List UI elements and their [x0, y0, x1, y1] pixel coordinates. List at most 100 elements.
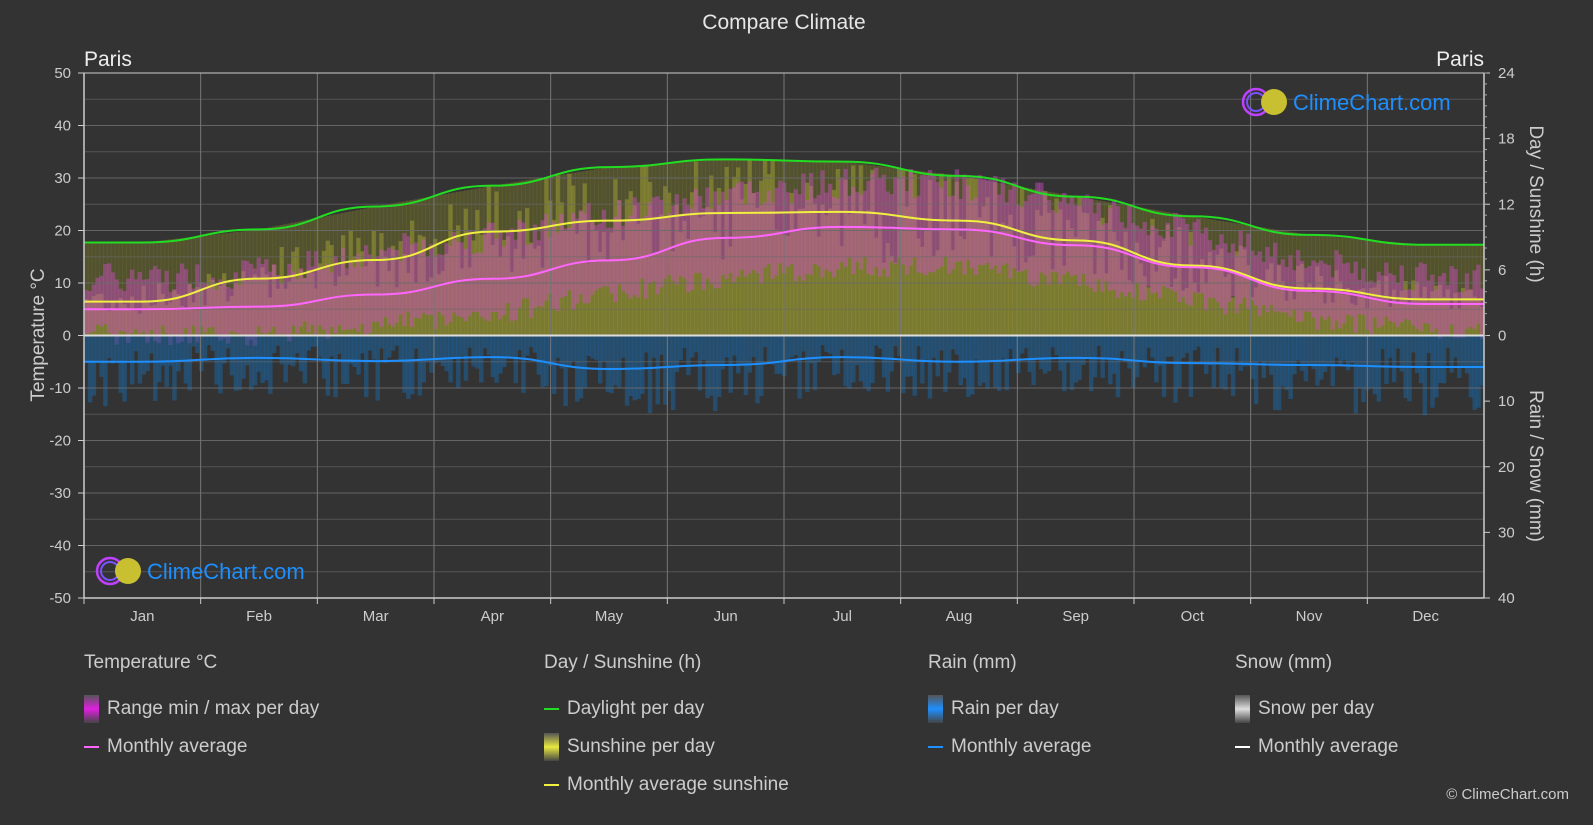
temp-range-bar — [620, 225, 626, 292]
rain-bar — [383, 335, 388, 363]
rain-bar — [947, 335, 952, 373]
legend-label: Monthly average — [1258, 736, 1399, 757]
rain-bar — [801, 335, 806, 352]
temp-range-bar — [517, 220, 522, 308]
rain-bar — [920, 335, 925, 384]
rain-bar — [287, 335, 292, 365]
x-tick-label: Jul — [833, 608, 852, 625]
temp-range-bar — [1384, 262, 1389, 317]
y-left-tick-label: 0 — [63, 328, 71, 345]
rain-bar — [1361, 335, 1366, 403]
rain-bar — [601, 335, 607, 362]
temp-range-bar — [91, 284, 97, 332]
legend-swatch-box-icon — [1235, 695, 1250, 723]
rain-bar — [133, 335, 139, 352]
rain-bar — [260, 335, 265, 384]
rain-bar — [778, 335, 783, 374]
temp-range-bar — [344, 268, 350, 330]
temp-range-bar — [709, 209, 714, 284]
rain-bar — [410, 335, 415, 395]
temp-range-bar — [375, 256, 380, 322]
rain-bar — [179, 335, 185, 360]
temp-range-bar — [1050, 210, 1056, 272]
temp-range-bar — [697, 195, 703, 274]
temp-range-bar — [122, 290, 127, 332]
logo-sun-icon — [115, 558, 141, 584]
rain-bar — [586, 335, 591, 356]
rain-bar — [874, 335, 879, 346]
rain-bar — [149, 335, 154, 354]
rain-bar — [95, 335, 100, 362]
rain-bar — [943, 335, 948, 392]
temp-range-bar — [1104, 223, 1109, 282]
temp-range-bar — [1184, 224, 1190, 304]
y-left-tick-label: -50 — [49, 590, 71, 607]
temp-range-bar — [302, 278, 308, 322]
temp-range-bar — [574, 218, 580, 304]
legend-item: Monthly average — [84, 728, 319, 766]
logo-sun-icon — [1261, 89, 1287, 115]
rain-bar — [839, 335, 845, 350]
rain-bar — [271, 335, 277, 354]
rain-bar — [513, 335, 519, 384]
rain-bar — [981, 335, 986, 383]
legend-heading: Rain (mm) — [928, 652, 1017, 673]
temp-range-bar — [479, 252, 484, 317]
temp-range-bar — [797, 194, 802, 276]
temp-range-bar — [183, 269, 189, 329]
x-tick-label: Nov — [1296, 608, 1323, 625]
rain-bar — [1196, 335, 1201, 347]
rain-bar — [1391, 335, 1397, 383]
temp-range-bar — [107, 263, 112, 333]
rain-bar — [1200, 335, 1205, 364]
temp-range-bar — [482, 228, 488, 320]
rain-bar — [256, 335, 262, 372]
rain-bar — [636, 335, 641, 399]
temp-range-bar — [463, 248, 469, 321]
temp-range-bar — [1092, 213, 1098, 292]
temp-range-bar — [279, 283, 285, 334]
rain-bar — [624, 335, 630, 406]
legend-swatch-box-icon — [84, 695, 99, 723]
rain-bar — [1322, 335, 1328, 372]
rain-bar — [1173, 335, 1178, 403]
rain-bar — [1407, 335, 1412, 402]
rain-bar — [103, 335, 108, 407]
watermark-bottom[interactable]: ClimeChart.com — [95, 556, 305, 586]
rain-bar — [659, 335, 664, 355]
rain-bar — [962, 335, 967, 379]
temp-range-bar — [962, 174, 967, 275]
rain-bar — [91, 335, 97, 396]
temp-range-bar — [1227, 252, 1232, 303]
watermark-top[interactable]: ClimeChart.com — [1241, 87, 1451, 117]
rain-bar — [751, 335, 756, 358]
rain-bar — [1127, 335, 1132, 369]
rain-bar — [425, 335, 430, 363]
rain-bar — [1307, 335, 1312, 364]
sunshine-bar — [1146, 287, 1151, 336]
rain-bar — [1265, 335, 1270, 363]
rain-bar — [1273, 335, 1278, 410]
temp-range-bar — [1445, 285, 1451, 337]
rain-bar — [1039, 335, 1044, 370]
rain-bar — [693, 335, 699, 353]
temp-range-bar — [939, 187, 944, 267]
temp-range-bar — [233, 272, 239, 333]
temp-range-bar — [874, 167, 879, 268]
rain-bar — [1081, 335, 1086, 366]
temp-range-bar — [743, 204, 749, 277]
y-right-bottom-tick-label: 10 — [1498, 393, 1515, 410]
legend-label: Range min / max per day — [107, 698, 320, 719]
rain-bar — [1296, 335, 1301, 361]
temp-range-bar — [317, 266, 323, 326]
temp-range-bar — [145, 279, 150, 343]
rain-bar — [1119, 335, 1125, 352]
temp-range-bar — [655, 196, 660, 295]
rain-bar — [1008, 335, 1013, 349]
temp-range-bar — [245, 260, 250, 346]
temp-range-bar — [759, 205, 764, 284]
temp-range-bar — [1188, 245, 1194, 306]
rain-bar — [87, 335, 93, 403]
rain-bar — [1319, 335, 1324, 380]
y-left-tick-label: 30 — [54, 170, 71, 187]
